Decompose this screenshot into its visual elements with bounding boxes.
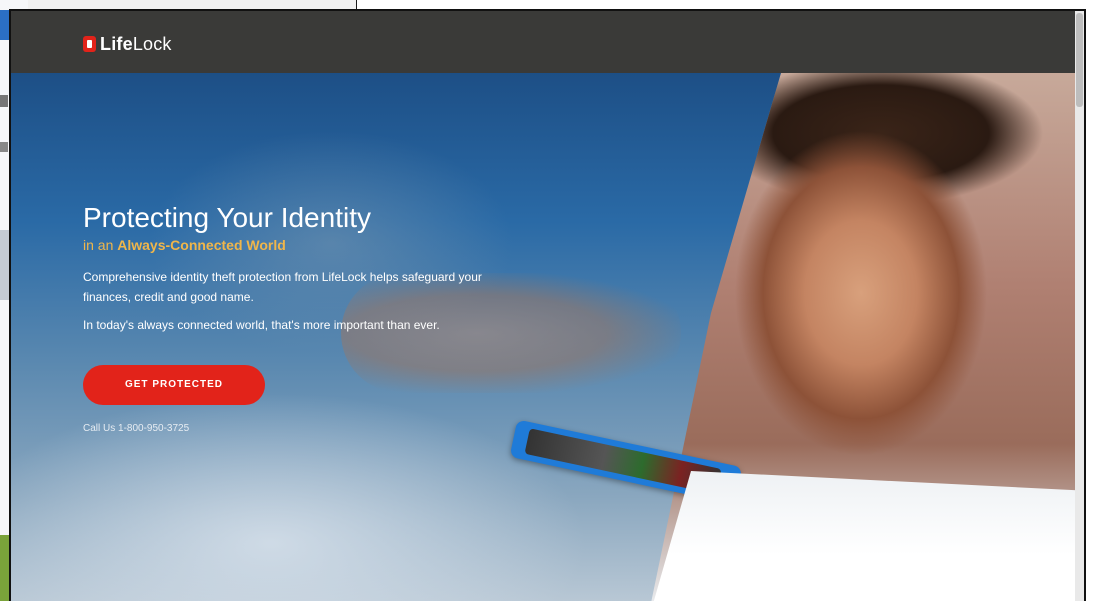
background-text-fragment — [0, 95, 8, 107]
logo-text: LifeLock — [100, 33, 172, 54]
lifelock-lock-icon — [83, 36, 96, 52]
call-us-phone[interactable]: Call Us 1-800-950-3725 — [83, 423, 523, 434]
background-text-fragment — [0, 142, 8, 152]
hero-paragraph-2: In today's always connected world, that'… — [83, 318, 440, 332]
page-scrollbar[interactable] — [1075, 11, 1084, 601]
scrollbar-thumb[interactable] — [1076, 13, 1083, 107]
top-navbar: LifeLock — [11, 11, 1084, 73]
hero-subheadline: in an Always-Connected World — [83, 237, 286, 253]
hero-copy: Protecting Your Identity in an Always-Co… — [83, 201, 523, 434]
lifelock-popup-window: LifeLock Protecting Your Identity in an … — [9, 9, 1086, 601]
get-protected-button[interactable]: GET PROTECTED — [83, 365, 265, 405]
hero-paragraph-1: Comprehensive identity theft protection … — [83, 270, 482, 304]
lifelock-logo[interactable]: LifeLock — [83, 33, 172, 55]
hero-headline: Protecting Your Identity — [83, 202, 371, 233]
towel-image — [651, 471, 1084, 601]
